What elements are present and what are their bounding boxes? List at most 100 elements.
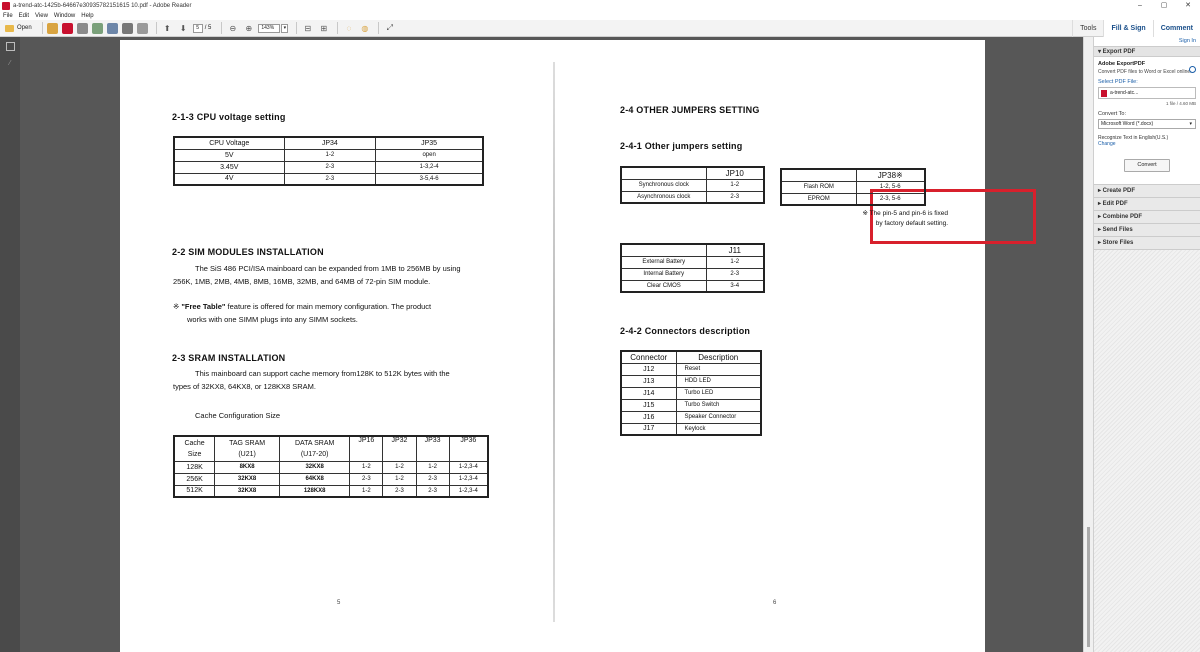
title-bar: a-trend-atc-1425b-64667e30935782151615 1… (0, 0, 1200, 11)
table-header (620, 166, 707, 180)
share-icon[interactable] (91, 22, 103, 34)
export-pdf-header[interactable]: ▾ Export PDF (1094, 46, 1200, 57)
zoom-out-icon[interactable]: ⊖ (226, 22, 239, 35)
document-area: 2-1-3 CPU voltage setting CPU Voltage JP… (20, 37, 1083, 652)
table-header: CPU Voltage (173, 136, 285, 150)
export-description: Convert PDF files to Word or Excel onlin… (1098, 69, 1192, 75)
heading-cpu-voltage: 2-1-3 CPU voltage setting (172, 112, 286, 122)
close-button[interactable]: ✕ (1176, 0, 1200, 11)
table-header (620, 243, 707, 257)
table-header: TAG SRAM (U21) (214, 435, 281, 462)
convert-button[interactable]: Convert (1124, 159, 1170, 172)
window-title: a-trend-atc-1425b-64667e30935782151615 1… (13, 2, 192, 9)
table-cell: EPROM (780, 192, 857, 206)
header-line: Size (187, 450, 202, 458)
free-table-bold: "Free Table" (181, 302, 226, 311)
free-table-rest: feature is offered for main memory confi… (225, 302, 432, 311)
table-cell: 1-2 (349, 460, 384, 474)
zoom-dropdown-icon[interactable]: ▾ (281, 23, 289, 33)
table-cell: J14 (620, 386, 677, 400)
sram-paragraph-line-2: types of 32KX8, 64KX8, or 128KX8 SRAM. (173, 382, 316, 391)
comment-icon[interactable]: ◌ (342, 22, 355, 35)
open-label: Open (17, 25, 32, 31)
sign-in-link[interactable]: Sign In (1094, 37, 1200, 46)
menu-help[interactable]: Help (81, 13, 93, 19)
store-files-header[interactable]: ▸ Store Files (1094, 237, 1200, 250)
minimize-button[interactable]: – (1128, 0, 1152, 11)
cache-configuration-table: Cache Size TAG SRAM (U21) DATA SRAM (U17-20… (173, 435, 489, 498)
print-icon[interactable] (121, 22, 133, 34)
zoom-in-icon[interactable]: ⊕ (242, 22, 255, 35)
table-cell: J16 (620, 410, 677, 424)
combine-pdf-header[interactable]: ▸ Combine PDF (1094, 211, 1200, 224)
toolbar: Open ⬆ ⬇ 5 / 5 ⊖ ⊕ 143% ▾ ⊟ ⊞ ◌ ◍ ⤢ (0, 20, 1200, 37)
table-cell: Asynchronous clock (620, 190, 707, 204)
selected-file[interactable]: a-trend-atc... (1098, 87, 1196, 99)
next-page-icon[interactable]: ⬇ (177, 22, 190, 35)
expand-icon[interactable]: ⤢ (383, 22, 396, 35)
table-cell: J13 (620, 374, 677, 388)
convert-to-label: Convert To: (1098, 111, 1127, 117)
table-cell: 2-3 (283, 172, 377, 186)
dropdown-arrow-icon: ▾ (1189, 121, 1192, 127)
folder-icon (5, 24, 14, 32)
table-cell: 32KX8 (214, 472, 281, 486)
table-cell: 1-2 (349, 484, 384, 498)
heading-sram: 2-3 SRAM INSTALLATION (172, 353, 286, 363)
export-pdf-icon[interactable] (61, 22, 73, 34)
restore-button[interactable]: ▢ (1152, 0, 1176, 11)
table-cell: HDD LED (675, 374, 762, 388)
table-cell: 128KX8 (279, 484, 351, 498)
change-link[interactable]: Change (1098, 141, 1196, 147)
email-icon[interactable] (136, 22, 148, 34)
table-header: JP10 (705, 166, 765, 180)
table-cell: 1-2,3-4 (448, 472, 489, 486)
menu-file[interactable]: File (3, 13, 13, 19)
fit-width-icon[interactable]: ⊞ (317, 22, 330, 35)
attachments-icon[interactable]: ⁄ (6, 60, 15, 69)
table-cell: 1-2,3-4 (448, 460, 489, 474)
send-files-header[interactable]: ▸ Send Files (1094, 224, 1200, 237)
table-header: JP32 (382, 435, 417, 462)
jp38-footnote: ※ The pin-5 and pin-6 is fixed by factor… (810, 209, 948, 229)
edit-icon[interactable] (76, 22, 88, 34)
table-cell: Reset (675, 362, 762, 376)
tab-tools[interactable]: Tools (1072, 20, 1103, 37)
fit-page-icon[interactable]: ⊟ (301, 22, 314, 35)
jp10-table: JP10 Synchronous clock 1-2 Asynchronous c… (620, 166, 765, 204)
menu-view[interactable]: View (35, 13, 48, 19)
header-line: TAG SRAM (229, 439, 266, 447)
toolbar-separator (41, 22, 43, 34)
tab-comment[interactable]: Comment (1152, 20, 1200, 37)
table-cell: 4V (173, 172, 285, 186)
sram-paragraph-line-1: This mainboard can support cache memory … (195, 369, 450, 378)
zoom-input[interactable]: 143% (258, 23, 281, 33)
table-cell: 3.45V (173, 160, 285, 174)
table-cell: 1-2 (283, 148, 377, 162)
convert-format-select[interactable]: Microsoft Word (*.docx) ▾ (1098, 119, 1196, 129)
menu-window[interactable]: Window (54, 13, 75, 19)
vertical-scrollbar[interactable] (1083, 37, 1093, 652)
save-icon[interactable] (106, 22, 118, 34)
create-pdf-header[interactable]: ▸ Create PDF (1094, 185, 1200, 198)
select-file-link[interactable]: Select PDF File: (1098, 79, 1196, 85)
previous-page-icon[interactable]: ⬆ (161, 22, 174, 35)
menu-edit[interactable]: Edit (19, 13, 29, 19)
open-button[interactable]: Open (2, 22, 35, 35)
tab-fill-sign[interactable]: Fill & Sign (1103, 20, 1153, 37)
edit-pdf-header[interactable]: ▸ Edit PDF (1094, 198, 1200, 211)
page-thumbnails-icon[interactable] (5, 42, 15, 51)
table-cell: 1-2, 5-6 (855, 180, 926, 194)
scroll-thumb[interactable] (1087, 527, 1090, 647)
table-cell: 2-3 (349, 472, 384, 486)
table-cell: 2-3 (415, 484, 450, 498)
highlight-icon[interactable]: ◍ (358, 22, 371, 35)
table-cell: 32KX8 (279, 460, 351, 474)
page-number-input[interactable]: 5 (192, 23, 203, 33)
table-cell: 2-3 (283, 160, 377, 174)
toolbar-separator (155, 22, 157, 34)
footnote-line-1: ※ The pin-5 and pin-6 is fixed (862, 210, 948, 217)
create-pdf-icon[interactable] (46, 22, 58, 34)
page-total: / 5 (204, 25, 212, 31)
table-cell: J15 (620, 398, 677, 412)
